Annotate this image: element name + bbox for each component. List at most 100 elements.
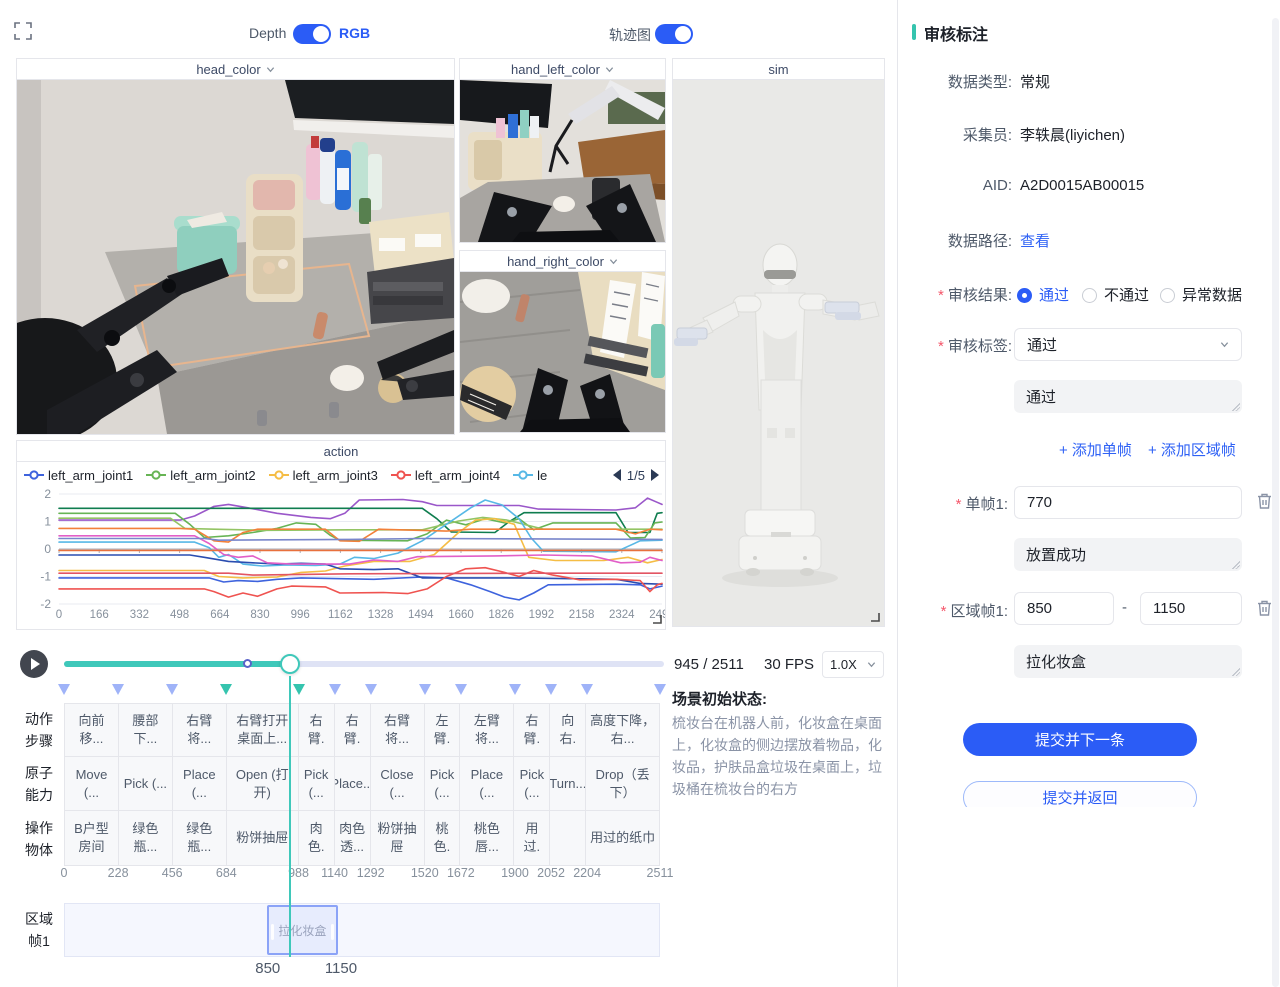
- single-frame-note-textarea[interactable]: 放置成功: [1014, 538, 1242, 571]
- scrollbar[interactable]: [1272, 18, 1279, 987]
- hand-left-camera-select[interactable]: hand_left_color: [460, 59, 665, 80]
- step-cell[interactable]: 左臂将...: [460, 704, 514, 756]
- step-cell[interactable]: 桃色唇...: [460, 811, 514, 865]
- region-start-input[interactable]: 850: [1014, 592, 1114, 625]
- result-radio-异常数据[interactable]: 异常数据: [1160, 284, 1242, 305]
- step-cell[interactable]: B户型房间: [65, 811, 119, 865]
- step-cell[interactable]: Drop（丢下）: [586, 757, 659, 810]
- legend-item-left_arm_joint2[interactable]: left_arm_joint2: [146, 468, 255, 483]
- legend-item-left_arm_joint1[interactable]: left_arm_joint1: [24, 468, 133, 483]
- depth-rgb-toggle[interactable]: [293, 24, 331, 44]
- current-frame-line[interactable]: [289, 676, 291, 957]
- review-tag-select[interactable]: 通过: [1014, 328, 1242, 361]
- hand-right-camera-select[interactable]: hand_right_color: [460, 251, 665, 272]
- data-path-label: 数据路径:: [900, 230, 1012, 251]
- step-cell[interactable]: Pick (...: [299, 757, 335, 810]
- slider-handle[interactable]: [280, 654, 300, 674]
- step-cell[interactable]: 左臂.: [425, 704, 461, 756]
- fullscreen-icon[interactable]: [14, 22, 32, 40]
- step-marker-1900[interactable]: [509, 684, 521, 695]
- region-start-handle[interactable]: [271, 924, 274, 940]
- submit-back-button[interactable]: 提交并返回: [963, 781, 1197, 807]
- step-marker-2204[interactable]: [581, 684, 593, 695]
- step-cell[interactable]: 绿色瓶...: [173, 811, 227, 865]
- region-frame-note-textarea[interactable]: 拉化妆盒: [1014, 645, 1242, 678]
- radio-unchecked-icon[interactable]: [1160, 288, 1175, 303]
- region-end-handle[interactable]: [331, 924, 334, 940]
- step-cell[interactable]: 肉色.: [299, 811, 335, 865]
- step-cell[interactable]: 右臂.: [299, 704, 335, 756]
- legend-item-left_arm_joint3[interactable]: left_arm_joint3: [269, 468, 378, 483]
- playback-speed-select[interactable]: 1.0X: [822, 651, 884, 678]
- step-marker-2052[interactable]: [545, 684, 557, 695]
- chart-resize-handle[interactable]: [652, 614, 662, 624]
- region-end-input[interactable]: 1150: [1140, 592, 1242, 625]
- sim-resize-handle[interactable]: [870, 612, 880, 622]
- step-cell[interactable]: Place (...: [173, 757, 227, 810]
- submit-next-button[interactable]: 提交并下一条: [963, 723, 1197, 756]
- head-color-camera-select[interactable]: head_color: [17, 59, 454, 80]
- step-marker-1672[interactable]: [455, 684, 467, 695]
- step-cell[interactable]: Pick (...: [119, 757, 173, 810]
- radio-checked-icon[interactable]: [1017, 288, 1032, 303]
- resize-grip-icon[interactable]: [1231, 402, 1240, 411]
- toggle-knob: [675, 26, 691, 42]
- step-cell[interactable]: Pick (...: [425, 757, 461, 810]
- timeline-slider[interactable]: [64, 661, 664, 667]
- step-cell[interactable]: 高度下降，右...: [586, 704, 659, 756]
- step-cell[interactable]: 桃色.: [425, 811, 461, 865]
- step-cell[interactable]: 向前移...: [65, 704, 119, 756]
- add-region-frame-link[interactable]: + 添加区域帧: [1148, 439, 1236, 460]
- step-cell[interactable]: 用过的纸巾: [586, 811, 659, 865]
- result-radio-通过[interactable]: 通过: [1017, 284, 1069, 305]
- step-cell[interactable]: 用过.: [514, 811, 550, 865]
- step-marker-684[interactable]: [220, 684, 232, 695]
- step-cell[interactable]: 肉色透...: [335, 811, 371, 865]
- single-frame-input[interactable]: 770: [1014, 486, 1242, 519]
- add-single-frame-link[interactable]: + 添加单帧: [1059, 439, 1132, 460]
- step-cell[interactable]: 向右.: [550, 704, 586, 756]
- step-marker-1292[interactable]: [365, 684, 377, 695]
- step-marker-1520[interactable]: [419, 684, 431, 695]
- step-cell[interactable]: [550, 811, 586, 865]
- play-button[interactable]: [20, 650, 48, 678]
- step-marker-1140[interactable]: [329, 684, 341, 695]
- step-cell[interactable]: 右臂.: [514, 704, 550, 756]
- step-cell[interactable]: 粉饼抽屉: [371, 811, 425, 865]
- step-cell[interactable]: Close (...: [371, 757, 425, 810]
- tag-note-textarea[interactable]: 通过: [1014, 380, 1242, 413]
- legend-prev-button[interactable]: [613, 469, 621, 481]
- step-cell[interactable]: 绿色瓶...: [119, 811, 173, 865]
- legend-line-icon: [513, 470, 533, 480]
- row-label: 操作物体: [22, 817, 56, 861]
- table-row: B户型房间绿色瓶...绿色瓶...粉饼抽屉肉色.肉色透...粉饼抽屉桃色.桃色唇…: [64, 811, 660, 866]
- step-cell[interactable]: 腰部下...: [119, 704, 173, 756]
- step-marker-988[interactable]: [293, 684, 305, 695]
- legend-item-le[interactable]: le: [513, 468, 547, 483]
- trajectory-toggle[interactable]: [655, 24, 693, 44]
- radio-unchecked-icon[interactable]: [1082, 288, 1097, 303]
- resize-grip-icon[interactable]: [1231, 560, 1240, 569]
- step-cell[interactable]: 右臂.: [335, 704, 371, 756]
- step-marker-2511[interactable]: [654, 684, 666, 695]
- result-radio-不通过[interactable]: 不通过: [1082, 284, 1149, 305]
- step-cell[interactable]: 右臂将...: [173, 704, 227, 756]
- delete-region-frame-button[interactable]: [1256, 599, 1273, 617]
- legend-item-left_arm_joint4[interactable]: left_arm_joint4: [391, 468, 500, 483]
- resize-grip-icon[interactable]: [1231, 667, 1240, 676]
- step-marker-0[interactable]: [58, 684, 70, 695]
- step-cell[interactable]: Turn...: [550, 757, 586, 810]
- step-marker-456[interactable]: [166, 684, 178, 695]
- head-color-title: head_color: [196, 62, 260, 77]
- step-cell[interactable]: Place (...: [460, 757, 514, 810]
- data-path-view-link[interactable]: 查看: [1020, 230, 1050, 251]
- hand-right-title: hand_right_color: [507, 254, 604, 269]
- legend-next-button[interactable]: [651, 469, 659, 481]
- delete-single-frame-button[interactable]: [1256, 492, 1273, 510]
- step-cell[interactable]: Place...: [335, 757, 371, 810]
- region-frame-block[interactable]: 拉化妆盒: [267, 905, 338, 955]
- step-cell[interactable]: 右臂将...: [371, 704, 425, 756]
- step-cell[interactable]: Pick (...: [514, 757, 550, 810]
- step-marker-228[interactable]: [112, 684, 124, 695]
- step-cell[interactable]: Move (...: [65, 757, 119, 810]
